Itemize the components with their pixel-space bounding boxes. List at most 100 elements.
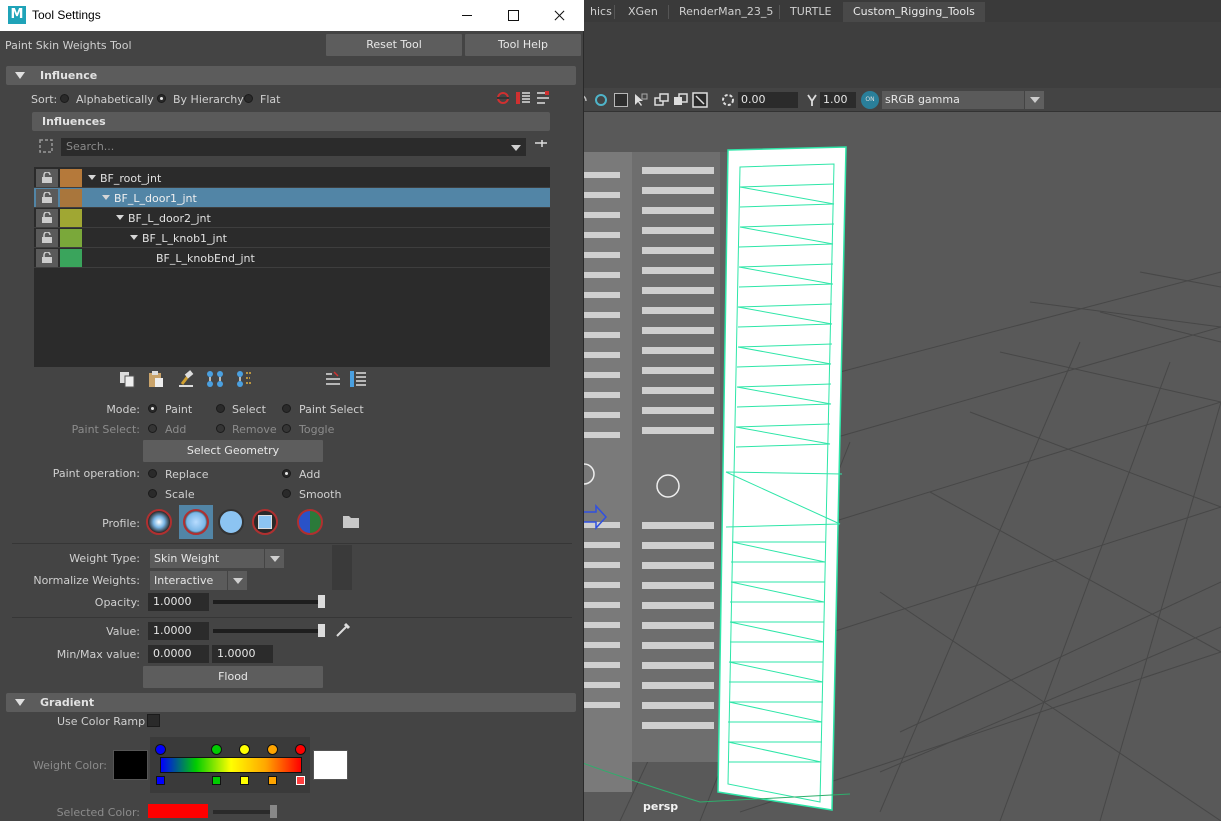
lock-icon[interactable] — [36, 189, 58, 207]
chevron-down-icon[interactable] — [1024, 91, 1044, 109]
influence-search-input[interactable]: Search... — [61, 138, 526, 156]
selected-color-swatch[interactable] — [148, 804, 208, 818]
gamma-field[interactable]: 1.00 — [820, 92, 856, 108]
sort-flat-radio[interactable] — [244, 94, 253, 103]
chevron-down-icon[interactable] — [511, 145, 521, 151]
folder-icon[interactable] — [342, 514, 360, 529]
ramp-marker-blue[interactable] — [156, 776, 165, 785]
min-value-field[interactable]: 0.0000 — [148, 645, 209, 663]
influence-color-swatch[interactable] — [60, 249, 82, 267]
tool-help-button[interactable]: Tool Help — [465, 34, 581, 56]
influence-color-swatch[interactable] — [60, 229, 82, 247]
ramp-stop-orange[interactable] — [267, 744, 278, 755]
expand-arrow-icon[interactable] — [116, 215, 124, 220]
paint-select-add-radio[interactable] — [148, 424, 157, 433]
viewport-3d[interactable] — [580, 112, 1221, 821]
expand-arrow-icon[interactable] — [102, 195, 110, 200]
selection-filter-icon[interactable] — [38, 138, 54, 154]
ramp-marker-red[interactable] — [296, 776, 305, 785]
image-brush-icon[interactable] — [297, 509, 323, 535]
influences-subsection-header[interactable]: Influences — [32, 112, 550, 131]
title-bar[interactable]: M Tool Settings — [0, 0, 584, 31]
paste-weights-icon[interactable] — [147, 370, 165, 388]
reset-tool-button[interactable]: Reset Tool — [326, 34, 462, 56]
list-columns-icon[interactable] — [515, 90, 531, 106]
gradient-section-header[interactable]: Gradient — [6, 693, 576, 712]
opacity-slider-handle[interactable] — [318, 595, 325, 608]
influence-section-header[interactable]: Influence — [6, 66, 576, 85]
shelf-tab-xgen[interactable]: XGen — [618, 2, 668, 22]
paint-select-remove-radio[interactable] — [216, 424, 225, 433]
influence-row-selected[interactable]: BF_L_door1_jnt — [34, 188, 550, 208]
exposure-icon[interactable] — [720, 92, 736, 108]
copy-weights-icon[interactable] — [118, 370, 136, 388]
normalize-weights-dropdown[interactable]: Interactive — [150, 571, 247, 590]
gamma-icon[interactable] — [804, 92, 820, 108]
exposure-field[interactable]: 0.00 — [738, 92, 798, 108]
chevron-down-icon[interactable] — [264, 549, 284, 568]
ramp-marker-orange[interactable] — [268, 776, 277, 785]
sort-alphabetically-radio[interactable] — [60, 94, 69, 103]
square-brush-icon[interactable] — [252, 509, 278, 535]
value-slider[interactable] — [213, 629, 325, 633]
mode-select-radio[interactable] — [216, 404, 225, 413]
safe-action-icon[interactable] — [692, 92, 708, 108]
mode-paint-select-radio[interactable] — [282, 404, 291, 413]
list-view-icon[interactable] — [349, 370, 367, 388]
ramp-marker-green[interactable] — [212, 776, 221, 785]
gate-mask-icon[interactable] — [673, 93, 689, 107]
show-influences-icon[interactable] — [236, 370, 256, 388]
isolate-select-icon[interactable] — [594, 93, 608, 107]
lock-icon[interactable] — [36, 209, 58, 227]
selected-color-slider[interactable] — [213, 810, 275, 814]
select-camera-icon[interactable] — [632, 92, 648, 108]
influence-color-swatch[interactable] — [60, 209, 82, 227]
ramp-marker-yellow[interactable] — [240, 776, 249, 785]
color-ramp-bar[interactable] — [160, 757, 302, 773]
flood-button[interactable]: Flood — [143, 666, 323, 688]
influence-color-swatch[interactable] — [60, 169, 82, 187]
color-management-toggle[interactable]: ON — [861, 91, 879, 109]
max-value-field[interactable]: 1.0000 — [212, 645, 273, 663]
shelf-tab-graphics[interactable]: hics — [580, 2, 622, 22]
lock-icon[interactable] — [36, 169, 58, 187]
influence-row[interactable]: BF_L_knobEnd_jnt — [34, 248, 550, 268]
weight-hammer-icon[interactable] — [177, 370, 195, 388]
shelf-tab-turtle[interactable]: TURTLE — [780, 2, 841, 22]
view-transform-dropdown[interactable]: sRGB gamma — [882, 91, 1044, 109]
refresh-icon[interactable] — [495, 90, 511, 106]
lock-icon[interactable] — [36, 249, 58, 267]
influence-row[interactable]: BF_L_door2_jnt — [34, 208, 550, 228]
pin-icon[interactable] — [534, 138, 548, 150]
select-geometry-button[interactable]: Select Geometry — [143, 440, 323, 462]
lock-icon[interactable] — [36, 229, 58, 247]
influence-row[interactable]: BF_root_jnt — [34, 168, 550, 188]
mode-paint-radio[interactable] — [148, 404, 157, 413]
use-color-ramp-checkbox[interactable] — [147, 714, 160, 727]
expand-arrow-icon[interactable] — [88, 175, 96, 180]
soft-brush-icon[interactable] — [183, 509, 209, 535]
gaussian-brush-icon[interactable] — [146, 509, 172, 535]
ramp-stop-blue[interactable] — [155, 744, 166, 755]
pin-influence-icon[interactable] — [535, 90, 551, 106]
close-icon[interactable] — [536, 0, 582, 31]
opacity-field[interactable]: 1.0000 — [148, 593, 209, 611]
weight-color-max-swatch[interactable] — [313, 750, 348, 780]
paint-op-add-radio[interactable] — [282, 469, 291, 478]
opacity-slider[interactable] — [213, 600, 325, 604]
paint-op-smooth-radio[interactable] — [282, 489, 291, 498]
influence-row[interactable]: BF_L_knob1_jnt — [34, 228, 550, 248]
paint-select-toggle-radio[interactable] — [282, 424, 291, 433]
xray-icon[interactable] — [614, 93, 628, 107]
chevron-down-icon[interactable] — [227, 571, 247, 590]
weight-type-dropdown[interactable]: Skin Weight — [150, 549, 284, 568]
weight-color-min-swatch[interactable] — [113, 750, 148, 780]
value-slider-handle[interactable] — [318, 624, 325, 637]
shelf-tab-renderman[interactable]: RenderMan_23_5 — [669, 2, 783, 22]
influence-list[interactable]: BF_root_jnt BF_L_door1_jnt BF_L_door2_jn… — [34, 167, 550, 367]
solid-brush-icon[interactable] — [218, 509, 244, 535]
paint-op-scale-radio[interactable] — [148, 489, 157, 498]
ramp-stop-red[interactable] — [295, 744, 306, 755]
selected-color-slider-handle[interactable] — [270, 805, 277, 818]
eyedropper-icon[interactable] — [334, 621, 352, 639]
